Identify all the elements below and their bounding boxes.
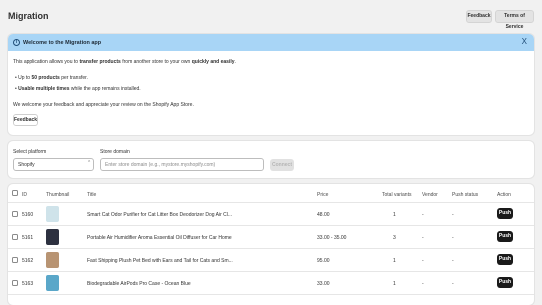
products-table: 5160 Smart Cat Odor Purifier for Cat Lit… (8, 184, 534, 305)
table-row: 5163 Biodegradable AirPods Pro Case - Oc… (8, 271, 534, 294)
column-header-vendor: Vendor (422, 192, 438, 198)
column-header-id: ID (22, 192, 27, 198)
product-variants: 1 (393, 258, 396, 264)
push-status: - (452, 258, 454, 264)
intro-end: . (234, 59, 236, 65)
domain-label: Store domain (100, 149, 130, 155)
page-title: Migration (8, 11, 49, 21)
bullet1-prefix: Up to (18, 75, 32, 81)
close-icon[interactable]: X (522, 37, 527, 46)
product-id: 5162 (22, 258, 34, 264)
product-variants: 1 (393, 281, 396, 287)
product-price: 33.00 (317, 281, 330, 287)
column-header-title: Title (87, 192, 97, 198)
table-row: 5160 Smart Cat Odor Purifier for Cat Lit… (8, 202, 534, 225)
product-id: 5160 (22, 212, 34, 218)
column-header-push-status: Push status (452, 192, 479, 198)
push-status: - (452, 212, 454, 218)
welcome-banner: i Welcome to the Migration app X This ap… (8, 34, 534, 135)
row-checkbox[interactable] (12, 211, 18, 217)
terms-of-service-button[interactable]: Terms of Service (495, 10, 534, 30)
column-header-action: Action (497, 192, 511, 198)
bullet2-bold: Usable multiple times (18, 86, 70, 92)
product-thumbnail (46, 229, 59, 245)
push-button[interactable]: Push (497, 231, 513, 242)
intro-mid: from another store to your own (120, 59, 192, 65)
product-thumbnail (46, 275, 59, 291)
select-chevron-icon: ⌃ (87, 160, 92, 166)
push-status: - (452, 281, 454, 287)
product-id: 5163 (22, 281, 34, 287)
platform-select[interactable]: Shopify ⌃ (13, 158, 94, 171)
table-row: 5161 Portable Air Humidifier Aroma Essen… (8, 225, 534, 248)
store-domain-input[interactable]: Enter store domain (e.g., mystore.myshop… (100, 158, 264, 171)
info-icon: i (13, 39, 20, 46)
table-row (8, 294, 534, 305)
banner-feedback-text: We welcome your feedback and appreciate … (13, 102, 194, 108)
row-checkbox[interactable] (12, 280, 18, 286)
bullet1-bold: 50 products (31, 75, 60, 81)
banner-feedback-button[interactable]: Feedback (13, 114, 38, 126)
product-price: 48.00 (317, 212, 330, 218)
product-id: 5161 (22, 235, 34, 241)
column-header-total-variants: Total variants (382, 192, 412, 198)
product-vendor: - (422, 235, 424, 241)
feedback-header-button[interactable]: Feedback (466, 10, 492, 23)
banner-bullet-2: • Usable multiple times while the app re… (15, 86, 141, 92)
select-all-checkbox[interactable] (12, 190, 18, 196)
product-vendor: - (422, 258, 424, 264)
product-price: 33.00 - 35.00 (317, 235, 347, 241)
product-title: Fast Shipping Plush Pet Bed with Ears an… (87, 258, 233, 264)
platform-select-value: Shopify (18, 162, 35, 168)
banner-intro-text: This application allows you to transfer … (13, 59, 236, 65)
store-domain-placeholder: Enter store domain (e.g., mystore.myshop… (105, 162, 216, 168)
row-checkbox[interactable] (12, 234, 18, 240)
connect-button[interactable]: Connect (270, 159, 294, 171)
product-vendor: - (422, 281, 424, 287)
bullet1-suffix: per transfer. (59, 75, 88, 81)
product-title: Biodegradable AirPods Pro Case - Ocean B… (87, 281, 191, 287)
platform-label: Select platform (13, 149, 47, 155)
intro-prefix: This application allows you to (13, 59, 80, 65)
product-title: Portable Air Humidifier Aroma Essential … (87, 235, 232, 241)
column-header-price: Price (317, 192, 329, 198)
product-variants: 3 (393, 235, 396, 241)
product-thumbnail (46, 206, 59, 222)
product-vendor: - (422, 212, 424, 218)
banner-header: i Welcome to the Migration app X (8, 34, 534, 51)
banner-title: Welcome to the Migration app (23, 39, 102, 46)
intro-bold-1: transfer products (79, 59, 121, 65)
product-title: Smart Cat Odor Purifier for Cat Litter B… (87, 212, 233, 218)
table-row: 5162 Fast Shipping Plush Pet Bed with Ea… (8, 248, 534, 271)
push-status: - (452, 235, 454, 241)
product-price: 95.00 (317, 258, 330, 264)
push-button[interactable]: Push (497, 277, 513, 288)
push-button[interactable]: Push (497, 254, 513, 265)
product-variants: 1 (393, 212, 396, 218)
page-header: Migration Feedback Terms of Service (0, 0, 542, 32)
product-thumbnail (46, 252, 59, 268)
row-checkbox[interactable] (12, 257, 18, 263)
column-header-thumbnail: Thumbnail (46, 192, 70, 198)
bullet2-suffix: while the app remains installed. (69, 86, 141, 92)
banner-bullet-1: • Up to 50 products per transfer. (15, 75, 88, 81)
push-button[interactable]: Push (497, 208, 513, 219)
intro-bold-2: quickly and easily (191, 59, 235, 65)
